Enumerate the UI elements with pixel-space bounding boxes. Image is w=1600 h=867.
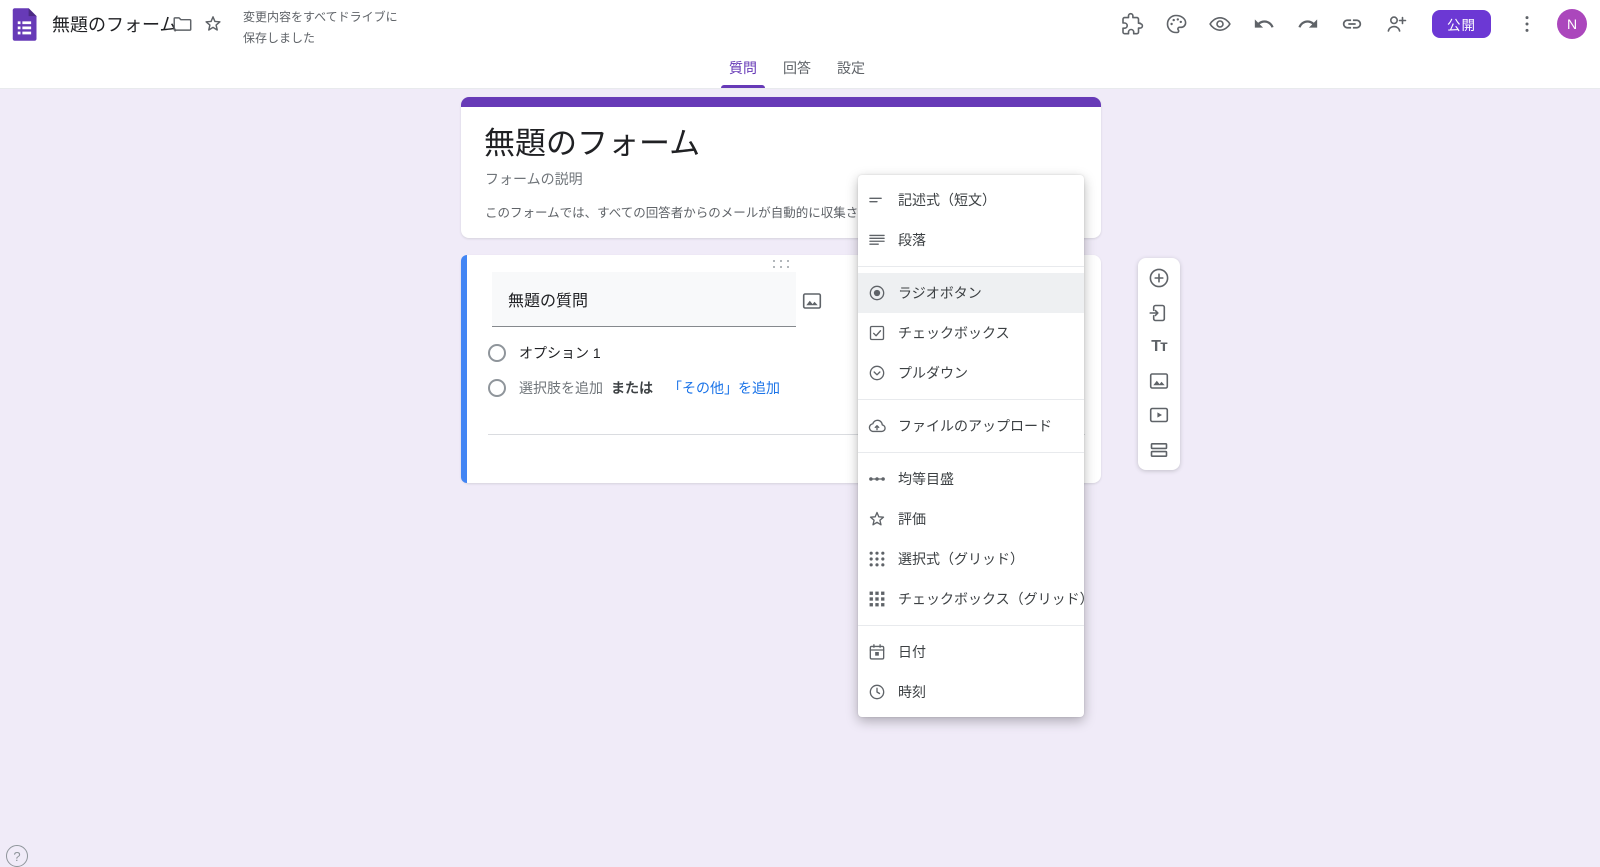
selected-indicator-bar	[461, 255, 467, 483]
option-row-add: 選択肢を追加 または 「その他」を追加	[488, 378, 780, 398]
import-questions-button[interactable]	[1145, 299, 1173, 327]
folder-icon	[173, 17, 192, 31]
add-title-icon: Tт	[1151, 337, 1168, 355]
app-header: 無題のフォーム 変更内容をすべてドライブに 保存しました 公開 N 質問 回答 …	[0, 0, 1600, 89]
drag-handle[interactable]	[773, 260, 791, 270]
account-avatar[interactable]: N	[1557, 9, 1587, 39]
email-collection-notice: このフォームでは、すべての回答者からのメールが自動的に収集さ	[485, 206, 859, 220]
tab-settings[interactable]: 設定	[834, 48, 868, 88]
radio-circle	[488, 379, 506, 397]
copy-link-icon	[1342, 19, 1362, 29]
menu-divider	[858, 266, 1084, 267]
more-vert-icon	[1525, 16, 1529, 32]
menu-item-file-upload[interactable]: ファイルのアップロード	[858, 406, 1084, 446]
question-image-button[interactable]	[798, 287, 826, 315]
topbar: 無題のフォーム 変更内容をすべてドライブに 保存しました 公開 N	[0, 0, 1600, 48]
forms-logo[interactable]	[9, 7, 39, 42]
radio-circle	[488, 344, 506, 362]
question-type-menu: 記述式（短文） 段落 ラジオボタン チェックボックス プルダウン ファイルのアッ…	[858, 175, 1094, 717]
question-title-input[interactable]: 無題の質問	[492, 272, 796, 327]
file-upload-icon	[868, 419, 886, 433]
dropdown-icon	[869, 365, 885, 381]
menu-item-multiple-choice[interactable]: ラジオボタン	[858, 273, 1084, 313]
or-text: または	[611, 380, 653, 396]
theme-button[interactable]	[1162, 10, 1190, 38]
add-other-link[interactable]: 「その他」を追加	[668, 378, 780, 398]
more-options-button[interactable]	[1513, 10, 1541, 38]
time-icon	[869, 684, 885, 700]
form-description-placeholder[interactable]: フォームの説明	[485, 169, 583, 189]
tab-bar: 質問 回答 設定	[721, 48, 868, 88]
person-add-icon	[1387, 16, 1407, 32]
add-image-button[interactable]	[1145, 367, 1173, 395]
move-folder-button[interactable]	[168, 10, 196, 38]
add-video-icon	[1149, 408, 1169, 423]
star-button[interactable]	[199, 10, 227, 38]
menu-divider	[858, 625, 1084, 626]
checkbox-grid-icon	[869, 591, 885, 607]
choice-grid-icon	[869, 551, 885, 567]
save-status-line2: 保存しました	[243, 31, 316, 45]
save-status[interactable]: 変更内容をすべてドライブに 保存しました	[243, 7, 403, 49]
add-collaborators-button[interactable]	[1382, 10, 1410, 38]
document-title[interactable]: 無題のフォーム	[52, 0, 177, 48]
add-image-icon	[1149, 373, 1169, 389]
radio-checked-icon	[869, 285, 885, 301]
menu-item-choice-grid[interactable]: 選択式（グリッド）	[858, 539, 1084, 579]
addons-puzzle-icon	[1122, 12, 1144, 35]
menu-item-date[interactable]: 日付	[858, 632, 1084, 672]
menu-item-checkboxes[interactable]: チェックボックス	[858, 313, 1084, 353]
menu-item-time[interactable]: 時刻	[858, 672, 1084, 712]
theme-color-bar	[461, 97, 1101, 107]
add-section-icon	[1150, 442, 1168, 457]
paragraph-icon	[869, 234, 885, 245]
redo-button[interactable]	[1294, 10, 1322, 38]
rating-star-icon	[869, 511, 885, 526]
preview-button[interactable]	[1206, 10, 1234, 38]
undo-icon	[1254, 19, 1274, 28]
short-answer-icon	[869, 197, 882, 203]
topbar-actions: 公開 N	[1118, 0, 1587, 48]
tab-responses[interactable]: 回答	[780, 48, 814, 88]
preview-eye-icon	[1209, 17, 1231, 31]
menu-item-dropdown[interactable]: プルダウン	[858, 353, 1084, 393]
floating-toolbar: Tт	[1138, 258, 1180, 470]
help-button[interactable]: ?	[6, 845, 28, 867]
menu-divider	[858, 452, 1084, 453]
undo-button[interactable]	[1250, 10, 1278, 38]
publish-button[interactable]: 公開	[1432, 10, 1491, 38]
add-video-button[interactable]	[1145, 401, 1173, 429]
add-section-button[interactable]	[1145, 436, 1173, 464]
theme-palette-icon	[1166, 14, 1187, 34]
redo-icon	[1298, 19, 1318, 28]
add-question-button[interactable]	[1145, 264, 1173, 292]
menu-divider	[858, 399, 1084, 400]
form-title[interactable]: 無題のフォーム	[484, 118, 700, 163]
date-icon	[869, 644, 885, 660]
save-status-line1: 変更内容をすべてドライブに	[243, 10, 398, 24]
tab-questions[interactable]: 質問	[721, 48, 765, 88]
linear-scale-icon	[869, 477, 885, 481]
add-option-text[interactable]: 選択肢を追加	[519, 378, 603, 398]
menu-item-short-answer[interactable]: 記述式（短文）	[858, 180, 1084, 220]
add-title-button[interactable]: Tт	[1145, 333, 1173, 361]
addons-button[interactable]	[1118, 10, 1146, 38]
menu-item-rating[interactable]: 評価	[858, 499, 1084, 539]
menu-item-linear-scale[interactable]: 均等目盛	[858, 459, 1084, 499]
add-question-icon	[1149, 268, 1169, 288]
menu-item-checkbox-grid[interactable]: チェックボックス（グリッド）	[858, 579, 1094, 619]
forms-logo-icon	[12, 8, 37, 41]
checkbox-icon	[869, 325, 885, 341]
copy-link-button[interactable]	[1338, 10, 1366, 38]
menu-item-paragraph[interactable]: 段落	[858, 220, 1084, 260]
image-icon	[802, 293, 822, 309]
star-icon	[205, 16, 221, 31]
import-questions-icon	[1149, 304, 1166, 321]
option-row-1: オプション 1	[488, 343, 601, 363]
option-1-label[interactable]: オプション 1	[519, 343, 601, 363]
